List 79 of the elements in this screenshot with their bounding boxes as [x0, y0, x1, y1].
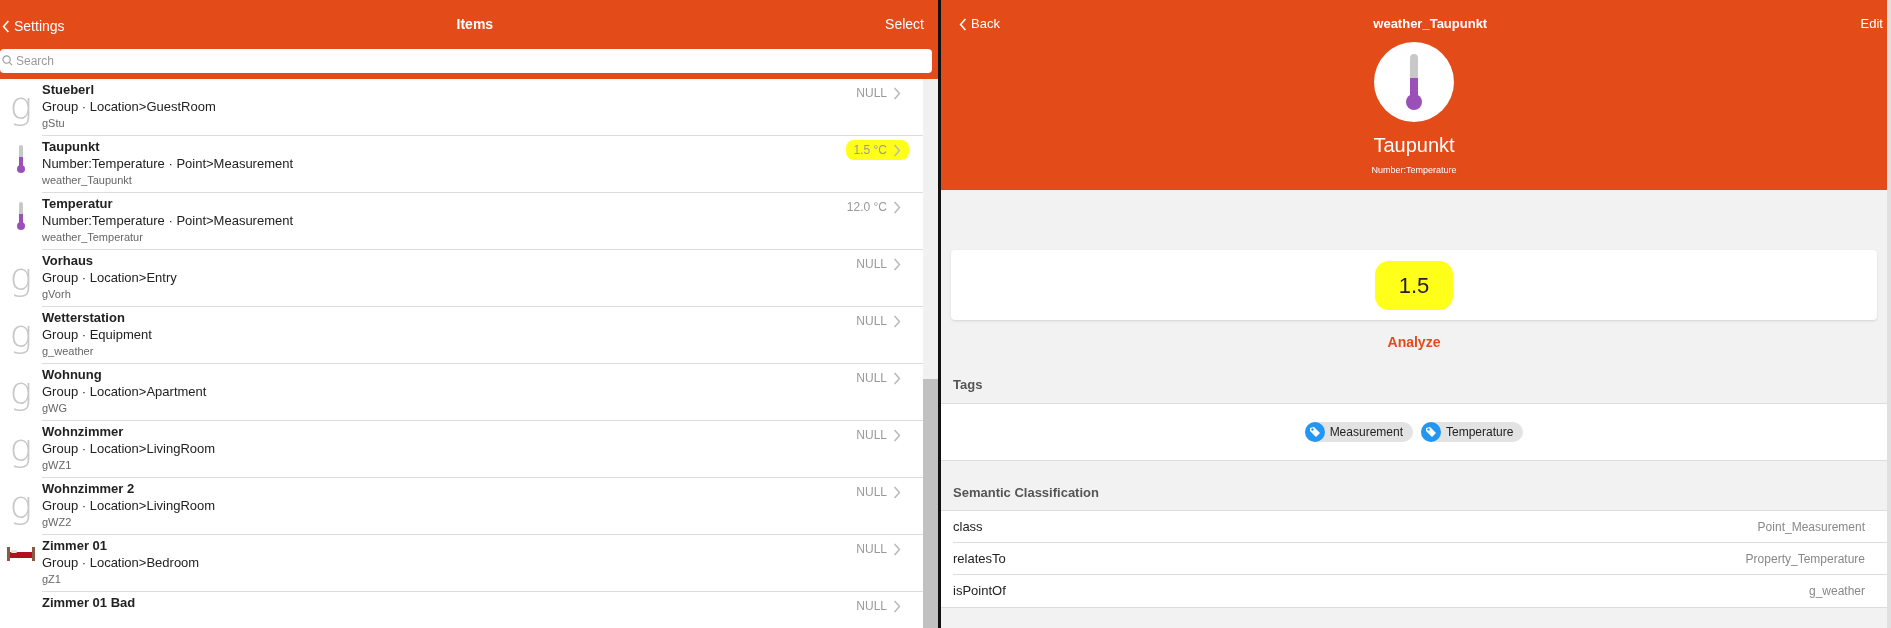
- item-row[interactable]: Zimmer 01 Group · Location>Bedroom gZ1 NULL: [0, 535, 923, 592]
- state-value: 1.5: [1374, 260, 1454, 310]
- analyze-link[interactable]: Analyze: [1387, 332, 1441, 353]
- chevron-right-icon: [893, 599, 901, 613]
- item-type: Group · Location>Apartment: [42, 383, 208, 401]
- item-label: Taupunkt: [1373, 133, 1455, 158]
- section-heading: Tags: [952, 376, 984, 394]
- item-type: Group · Location>Bedroom: [42, 554, 201, 572]
- item-value: NULL: [848, 311, 909, 331]
- search-icon: [2, 55, 13, 66]
- back-link[interactable]: Back: [959, 14, 1000, 34]
- classification-key: relatesTo: [953, 548, 1006, 569]
- item-value: NULL: [848, 539, 909, 559]
- chevron-right-icon: [893, 143, 901, 157]
- classification-key: isPointOf: [953, 581, 1006, 601]
- item-id: gZ1: [42, 572, 62, 586]
- item-value: NULL: [848, 596, 909, 616]
- item-type: Number:Temperature · Point>Measurement: [42, 155, 295, 173]
- chevron-right-icon: [893, 542, 901, 556]
- page-title: Items: [456, 14, 494, 34]
- item-title: weather_Taupunkt: [1373, 15, 1488, 34]
- item-type: Group · Location>LivingRoom: [42, 497, 217, 515]
- edit-link[interactable]: Edit: [1860, 14, 1883, 34]
- chevron-right-icon: [893, 257, 901, 271]
- item-name: Stueberl: [42, 81, 95, 98]
- item-type: Group · Location>Entry: [42, 269, 178, 287]
- item-name: Wohnung: [42, 366, 103, 383]
- item-value: NULL: [848, 254, 909, 274]
- item-id: weather_Taupunkt: [42, 173, 133, 187]
- tag-chip: Temperature: [1421, 421, 1524, 442]
- tag-icon: [1304, 421, 1325, 442]
- thermometer-icon: [15, 201, 27, 231]
- select-link[interactable]: Select: [885, 13, 924, 35]
- item-type: Group · Location>GuestRoom: [42, 98, 217, 116]
- item-value: NULL: [848, 425, 909, 445]
- chevron-right-icon: [893, 428, 901, 442]
- item-value: 1.5 °C: [845, 140, 909, 160]
- tag-chip: Measurement: [1304, 421, 1413, 442]
- item-name: Wetterstation: [42, 309, 126, 326]
- item-name: Taupunkt: [42, 138, 101, 155]
- item-row[interactable]: Taupunkt Number:Temperature · Point>Measurement weather_Taupunkt 1.5 °C: [0, 136, 923, 193]
- chevron-right-icon: [893, 314, 901, 328]
- chevron-right-icon: [893, 485, 901, 499]
- item-name: Wohnzimmer: [42, 423, 125, 440]
- item-name: Vorhaus: [42, 252, 95, 269]
- item-name: Temperatur: [42, 195, 114, 212]
- classification-value: Property_Temperature: [1745, 550, 1865, 568]
- item-name: Zimmer 01 Bad: [42, 594, 137, 611]
- item-type: Number:Temperature: [1371, 164, 1457, 177]
- chevron-right-icon: [893, 86, 901, 100]
- back-chevron-icon: [2, 19, 10, 33]
- classification-key: class: [953, 516, 983, 537]
- back-chevron-icon: [959, 17, 967, 31]
- item-type: Number:Temperature · Point>Measurement: [42, 212, 295, 230]
- item-row[interactable]: Temperatur Number:Temperature · Point>Measurement weather_Temperatur 12.0 °C: [0, 193, 923, 250]
- item-value: NULL: [848, 368, 909, 388]
- back-link[interactable]: Settings: [2, 11, 65, 37]
- search-field[interactable]: Search: [0, 49, 932, 73]
- classification-value: g_weather: [1808, 583, 1865, 600]
- item-id: weather_Temperatur: [42, 230, 144, 244]
- item-value: 12.0 °C: [838, 197, 909, 217]
- item-name: Zimmer 01: [42, 537, 109, 554]
- item-name: Wohnzimmer 2: [42, 480, 136, 497]
- item-id: gVorh: [42, 287, 72, 301]
- classification-value: Point_Measurement: [1757, 518, 1865, 536]
- item-id: gWZ1: [42, 458, 73, 472]
- item-id: gStu: [42, 116, 66, 130]
- item-value: NULL: [848, 83, 909, 103]
- item-type: Group · Location>LivingRoom: [42, 440, 217, 458]
- tag-icon: [1421, 421, 1441, 442]
- item-value: NULL: [848, 482, 909, 502]
- item-type: Group · Equipment: [42, 326, 153, 344]
- item-id: gWZ2: [42, 515, 73, 529]
- item-id: g_weather: [42, 344, 95, 358]
- chevron-right-icon: [893, 200, 901, 214]
- item-id: gWG: [42, 401, 69, 415]
- thermometer-icon: [15, 144, 27, 174]
- chevron-right-icon: [893, 371, 901, 385]
- section-heading: Semantic Classification: [952, 483, 1100, 502]
